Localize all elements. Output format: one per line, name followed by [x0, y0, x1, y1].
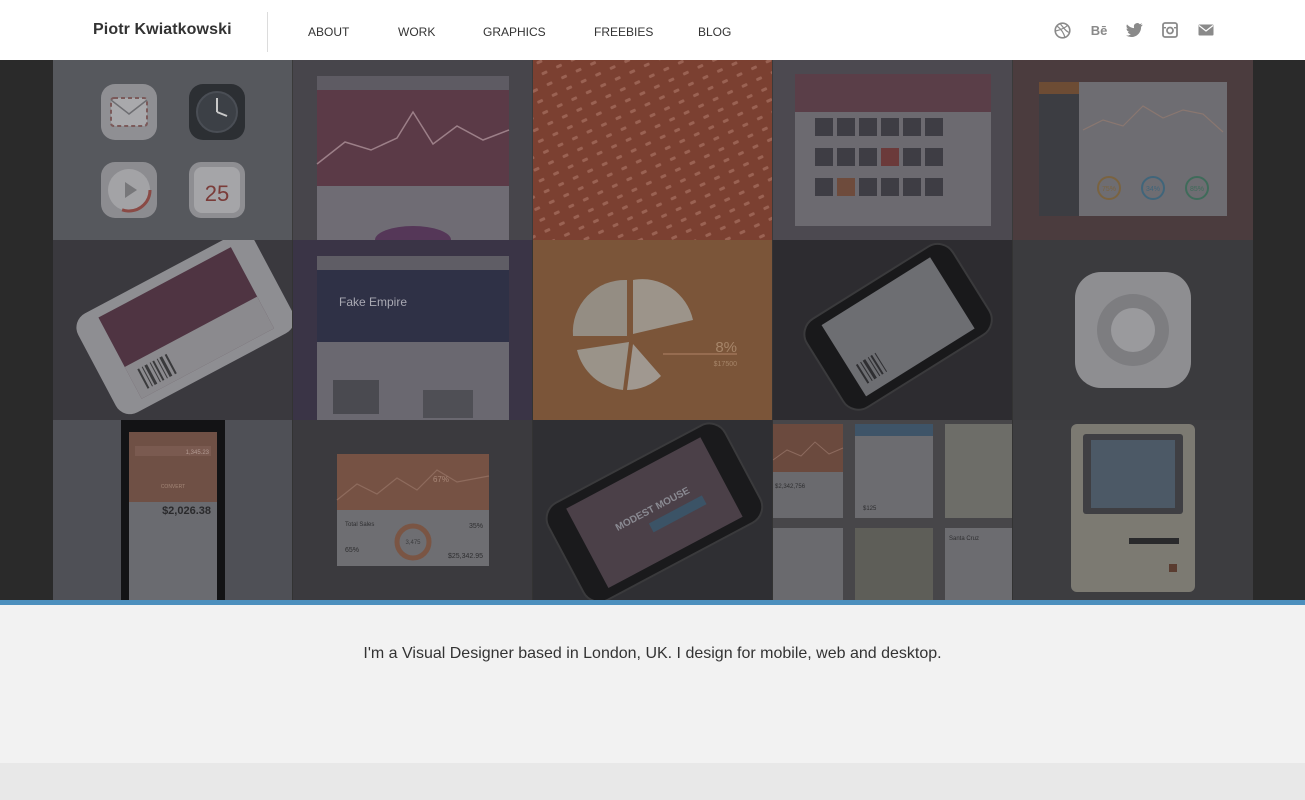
- intro-text: I'm a Visual Designer based in London, U…: [363, 645, 942, 662]
- portfolio-tile-ui-kit[interactable]: $2,342,756 $125 Santa Cruz: [773, 420, 1013, 600]
- portfolio-tile-icon-pattern[interactable]: [533, 60, 773, 240]
- nav-blog[interactable]: BLOG: [698, 25, 731, 39]
- header-divider: [267, 12, 268, 52]
- sales-sum: $25,342.95: [448, 553, 483, 560]
- portfolio-tile-gallery[interactable]: [773, 60, 1013, 240]
- portfolio-hero: 25 75% 34% 85% Fake Empire 8% $17500 1,3…: [0, 60, 1305, 600]
- portfolio-tile-pie-chart[interactable]: 8% $17500: [533, 240, 773, 420]
- nav-about[interactable]: ABOUT: [308, 25, 349, 39]
- currency-amount: $2,026.38: [162, 505, 211, 517]
- portfolio-tile-sales-widget[interactable]: 67% 3,475 Total Sales 65% 35% $25,342.95: [293, 420, 533, 600]
- portfolio-tile-valentine[interactable]: [773, 240, 1013, 420]
- currency-button: CONVERT: [161, 484, 185, 490]
- behance-icon[interactable]: Bē: [1089, 22, 1109, 38]
- portfolio-tile-ios-icons[interactable]: 25: [53, 60, 293, 240]
- footer-area: [0, 763, 1305, 800]
- sales-percent: 67%: [433, 475, 449, 484]
- dribbble-icon[interactable]: [1053, 21, 1071, 39]
- sales-center: 3,475: [405, 540, 421, 546]
- dash-stat-3: 85%: [1190, 186, 1204, 193]
- instagram-icon[interactable]: [1161, 22, 1179, 38]
- dash-stat-2: 34%: [1146, 186, 1160, 193]
- ui-kit-amount: $2,342,756: [775, 484, 806, 490]
- nav-freebies[interactable]: FREEBIES: [594, 25, 653, 39]
- portfolio-tile-music-site[interactable]: Fake Empire: [293, 240, 533, 420]
- portfolio-tile-currency[interactable]: 1,345.23 CONVERT $2,026.38: [53, 420, 293, 600]
- pie-percent: 8%: [715, 339, 737, 356]
- portfolio-tile-concert-app[interactable]: MODEST MOUSE: [533, 420, 773, 600]
- sales-right-percent: 35%: [469, 523, 483, 530]
- site-header: Piotr Kwiatkowski ABOUT WORK GRAPHICS FR…: [0, 0, 1305, 60]
- pie-amount: $17500: [714, 361, 737, 368]
- sales-total-label: Total Sales: [345, 522, 374, 528]
- nav-graphics[interactable]: GRAPHICS: [483, 25, 546, 39]
- portfolio-tile-analytics[interactable]: [293, 60, 533, 240]
- sales-left-percent: 65%: [345, 547, 359, 554]
- dash-stat-1: 75%: [1102, 186, 1116, 193]
- ui-kit-place: Santa Cruz: [949, 536, 979, 542]
- twitter-icon[interactable]: [1125, 22, 1143, 38]
- nav-work[interactable]: WORK: [398, 25, 435, 39]
- portfolio-tile-admin-dashboard[interactable]: 75% 34% 85%: [1013, 60, 1253, 240]
- calendar-day-text: 25: [205, 181, 229, 206]
- intro-section: I'm a Visual Designer based in London, U…: [0, 605, 1305, 763]
- portfolio-tile-ticket-app[interactable]: [53, 240, 293, 420]
- portfolio-tile-macintosh[interactable]: [1013, 420, 1253, 600]
- site-logo[interactable]: Piotr Kwiatkowski: [93, 21, 232, 39]
- portfolio-tile-knob-icon[interactable]: [1013, 240, 1253, 420]
- mail-icon[interactable]: [1197, 22, 1215, 38]
- currency-input: 1,345.23: [186, 450, 210, 456]
- ui-kit-price: $125: [863, 506, 877, 512]
- portfolio-grid: 25 75% 34% 85% Fake Empire 8% $17500 1,3…: [53, 60, 1253, 600]
- music-site-headline: Fake Empire: [339, 295, 407, 309]
